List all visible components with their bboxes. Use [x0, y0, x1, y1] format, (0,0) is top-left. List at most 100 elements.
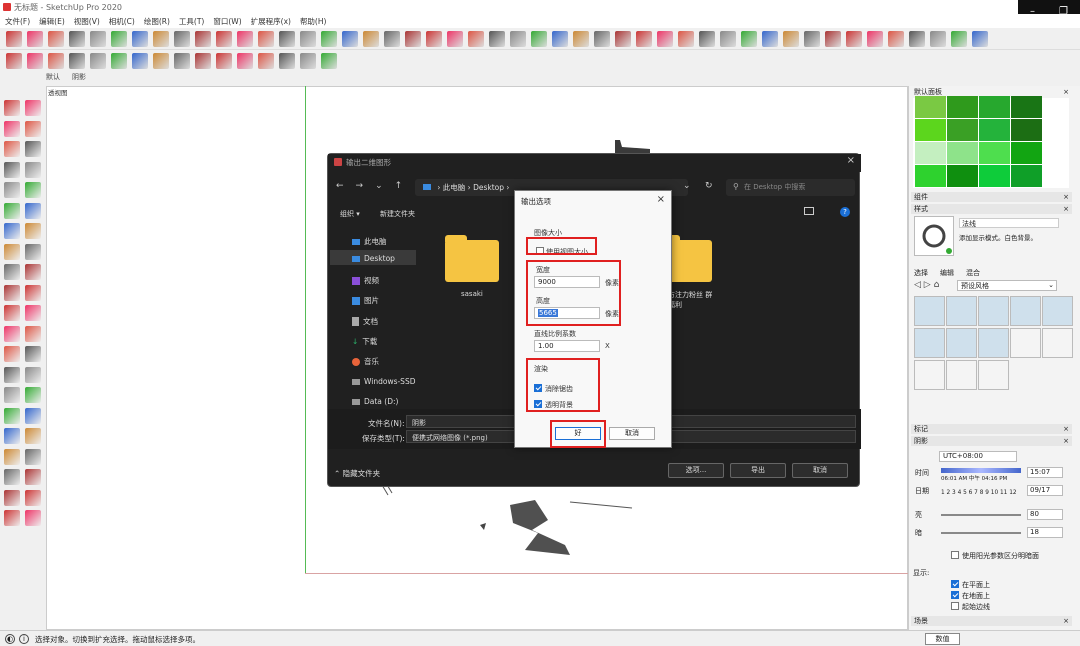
section-shadows[interactable]: 阴影 × — [911, 436, 1072, 446]
left-tool-icon[interactable] — [4, 305, 20, 321]
left-tool-icon[interactable] — [25, 243, 41, 260]
left-tool-icon[interactable] — [25, 264, 41, 280]
toolbar-tool-icon[interactable] — [216, 53, 232, 69]
toolbar-tool-icon[interactable] — [846, 31, 862, 47]
toolbar-tool-icon[interactable] — [174, 31, 190, 47]
tree-item-videos[interactable]: 视频 — [352, 275, 379, 286]
style-thumbnail[interactable] — [914, 360, 945, 390]
toolbar-tool-icon[interactable] — [636, 31, 652, 47]
color-swatch[interactable] — [947, 119, 978, 141]
tab-scene-shadow[interactable]: 阴影 — [72, 72, 86, 82]
section-tags[interactable]: 标记 × — [911, 424, 1072, 434]
toolbar-tool-icon[interactable] — [132, 31, 148, 47]
toolbar-tool-icon[interactable] — [762, 31, 778, 47]
close-icon[interactable]: × — [657, 194, 665, 205]
toolbar-tool-icon[interactable] — [510, 31, 526, 47]
toolbar-tool-icon[interactable] — [216, 31, 232, 47]
left-tool-icon[interactable] — [4, 387, 20, 403]
left-tool-icon[interactable] — [4, 120, 20, 137]
color-swatch[interactable] — [915, 142, 946, 164]
color-swatch[interactable] — [1011, 142, 1042, 164]
tree-item-pictures[interactable]: 图片 — [352, 295, 379, 306]
color-swatch[interactable] — [915, 96, 946, 118]
toolbar-tool-icon[interactable] — [552, 31, 568, 47]
style-thumbnail[interactable] — [1042, 328, 1073, 358]
toolbar-tool-icon[interactable] — [972, 31, 988, 47]
color-swatch[interactable] — [915, 119, 946, 141]
left-tool-icon[interactable] — [25, 202, 41, 219]
left-tool-icon[interactable] — [25, 182, 41, 198]
toolbar-tool-icon[interactable] — [321, 31, 337, 47]
toolbar-tool-icon[interactable] — [447, 31, 463, 47]
toolbar-tool-icon[interactable] — [174, 53, 190, 69]
toolbar-tool-icon[interactable] — [279, 31, 295, 47]
toolbar-tool-icon[interactable] — [384, 31, 400, 47]
time-slider[interactable] — [941, 468, 1021, 473]
organize-button[interactable]: 组织 ▾ — [340, 209, 360, 219]
left-tool-icon[interactable] — [4, 202, 20, 219]
light-input[interactable]: 80 — [1027, 509, 1063, 520]
close-icon[interactable]: × — [1063, 437, 1069, 445]
left-tool-icon[interactable] — [25, 387, 41, 403]
dark-slider[interactable] — [941, 532, 1021, 534]
left-tool-icon[interactable] — [25, 428, 41, 444]
left-tool-icon[interactable] — [4, 325, 20, 342]
sun-shading-checkbox[interactable] — [951, 551, 959, 559]
toolbar-tool-icon[interactable] — [195, 31, 211, 47]
help-icon[interactable]: ? — [840, 207, 850, 217]
left-tool-icon[interactable] — [25, 346, 41, 362]
tab-scene-default[interactable]: 默认 — [46, 72, 60, 82]
menu-tools[interactable]: 工具(T) — [179, 16, 204, 27]
new-folder-button[interactable]: 新建文件夹 — [380, 209, 415, 219]
toolbar-tool-icon[interactable] — [468, 31, 484, 47]
left-tool-icon[interactable] — [4, 407, 20, 424]
toolbar-tool-icon[interactable] — [342, 31, 358, 47]
toolbar-tool-icon[interactable] — [741, 31, 757, 47]
style-thumbnail[interactable] — [946, 328, 977, 358]
tree-item-desktop[interactable]: Desktop — [352, 254, 395, 263]
section-scenes[interactable]: 场景 × — [911, 616, 1072, 626]
style-thumbnail[interactable] — [946, 296, 977, 326]
color-swatch[interactable] — [1011, 165, 1042, 187]
toolbar-tool-icon[interactable] — [426, 31, 442, 47]
color-swatch[interactable] — [979, 119, 1010, 141]
folder-sasaki-icon[interactable] — [445, 235, 499, 282]
color-swatch[interactable] — [947, 165, 978, 187]
tree-item-documents[interactable]: 文档 — [352, 316, 378, 327]
left-tool-icon[interactable] — [25, 141, 41, 157]
left-tool-icon[interactable] — [4, 428, 20, 444]
left-tool-icon[interactable] — [4, 182, 20, 198]
left-tool-icon[interactable] — [25, 366, 41, 383]
tray-close-icon[interactable]: × — [1063, 88, 1069, 96]
left-tool-icon[interactable] — [25, 284, 41, 301]
left-tool-icon[interactable] — [25, 510, 41, 526]
left-tool-icon[interactable] — [25, 120, 41, 137]
tree-item-this-pc[interactable]: 此电脑 — [352, 236, 387, 247]
toolbar-tool-icon[interactable] — [678, 31, 694, 47]
style-thumbnail[interactable] — [1042, 296, 1073, 326]
close-icon[interactable]: × — [1063, 617, 1069, 625]
toolbar-tool-icon[interactable] — [573, 31, 589, 47]
style-thumbnail[interactable] — [978, 328, 1009, 358]
light-slider[interactable] — [941, 514, 1021, 516]
close-icon[interactable]: × — [1063, 205, 1069, 213]
cancel-button[interactable]: 取消 — [609, 427, 655, 440]
toolbar-tool-icon[interactable] — [888, 31, 904, 47]
toolbar-tool-icon[interactable] — [258, 31, 274, 47]
toolbar-tool-icon[interactable] — [489, 31, 505, 47]
tree-item-music[interactable]: 音乐 — [352, 356, 379, 367]
color-swatch[interactable] — [915, 165, 946, 187]
menu-file[interactable]: 文件(F) — [5, 16, 30, 27]
tree-item-windows-ssd[interactable]: Windows-SSD — [352, 377, 415, 386]
back-arrow-icon[interactable]: ← — [336, 181, 344, 191]
left-tool-icon[interactable] — [4, 366, 20, 383]
color-swatch[interactable] — [979, 96, 1010, 118]
toolbar-tool-icon[interactable] — [237, 53, 253, 69]
style-thumbnail[interactable] — [914, 328, 945, 358]
style-collection-dropdown[interactable]: 预设风格 ⌄ — [957, 280, 1057, 291]
toolbar-tool-icon[interactable] — [111, 53, 127, 69]
menu-view[interactable]: 视图(V) — [74, 16, 100, 27]
toolbar-tool-icon[interactable] — [825, 31, 841, 47]
toolbar-tool-icon[interactable] — [699, 31, 715, 47]
toolbar-tool-icon[interactable] — [531, 31, 547, 47]
